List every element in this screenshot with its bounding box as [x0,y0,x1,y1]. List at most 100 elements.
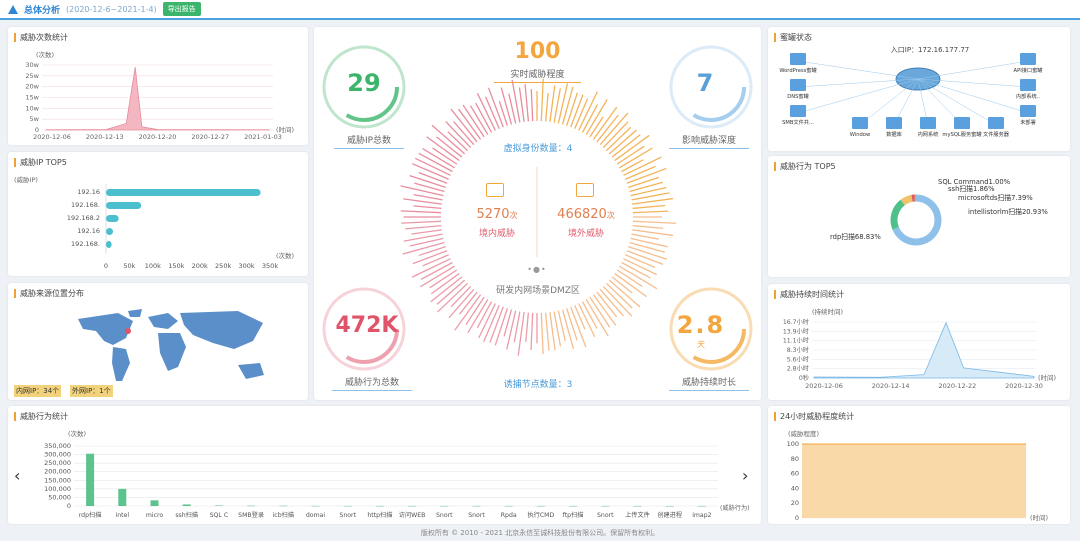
behavior-total-label: 威胁行为总数 [332,375,412,391]
x-tick-label: icb扫描 [273,511,294,519]
x-tick-label: 200k [192,262,208,270]
outer-threat-value: 466820次 [546,207,626,222]
x-unit-label: (次数) [276,251,294,260]
bar-label: 192.16 [77,188,100,196]
x-tick-label: 250k [215,262,231,270]
bar [472,505,481,507]
y-tick-label: 200,000 [44,468,71,476]
radial-tick [631,233,659,240]
pager-dots[interactable]: •●• [522,265,552,274]
attack-count-chart: 05w10w15w20w25w30w(次数)(时间)2020-12-06 2020… [25,50,294,141]
bar [311,505,320,507]
x-tick-label: Snort [597,512,614,519]
bar [633,505,642,507]
radial-tick [561,86,574,125]
y-tick-label: 40 [791,484,799,492]
prev-arrow-icon[interactable]: ‹ [14,466,20,485]
export-report-button[interactable]: 导出报告 [162,2,201,16]
server-icon [1020,79,1036,91]
inner-threat-icon [486,183,504,197]
duration-label: 威胁持续时长 [669,375,749,391]
bar [214,505,223,506]
radial-tick [430,276,463,303]
x-tick-label: Snort [436,512,453,519]
y-tick-label: 5w [30,115,40,123]
y-tick-label: 150,000 [44,476,71,484]
radial-tick [506,310,517,350]
y-tick-label: 30w [25,61,39,69]
y-tick-label: 11.1小时 [783,337,809,345]
bar [569,505,578,507]
radial-tick [401,220,442,224]
depth-label: 影响威胁深度 [669,133,749,149]
radial-tick [599,288,624,317]
radial-tick [405,224,442,230]
inner-ip-count: 内网IP：34个 [14,385,62,397]
y-tick-label: 10w [25,104,39,112]
scene-name: 研发内网场景DMZ区 [496,286,580,296]
world-map [78,309,264,381]
next-arrow-icon[interactable]: › [742,466,748,485]
bar [247,505,256,507]
outer-threat-icon [576,183,594,197]
overview-panel: 100 实时威胁程度 29 威胁IP总数 7 影响威胁深度 472K 威胁行为总… [314,27,761,400]
radial-tick [574,305,586,330]
y-unit-label: (次数) [36,50,54,59]
radial-tick [458,108,482,140]
bar [150,500,159,506]
radial-tick [409,174,446,188]
radial-tick [403,198,442,205]
server-icon [1020,105,1036,117]
behavior-top5-panel: 威胁行为 TOP5 SQL Command1.00% ssh扫描1.86% micr… [768,156,1070,277]
x-tick-label: 50k [123,262,135,270]
behavior-stats-panel: 威胁行为统计 (次数) 0 50,000 100,000 150,000 200,000 2… [8,406,761,524]
inner-threat-number: 5270 [476,207,510,222]
series-area [45,67,270,131]
y-tick-label: 20 [791,499,799,507]
y-tick-label: 60 [791,470,799,478]
radial-tick [602,285,633,317]
radial-tick [450,108,478,143]
behavior-top5-chart: SQL Command1.00%ssh扫描1.86%microsoftds扫描7… [830,178,1048,246]
radial-tick [540,312,544,354]
radial-tick [513,311,521,343]
radial-tick [454,294,482,331]
radial-tick [400,185,444,197]
x-tick-label: 2020-12-30 [1005,382,1043,390]
bar-label: 192.168. [71,240,100,248]
inner-threat-value: 5270次 [462,207,532,222]
x-unit-label: (时间) [1038,373,1056,382]
y-tick-label: 80 [791,455,799,463]
y-unit-label: (次数) [68,429,86,438]
bar [343,505,352,507]
bar [504,505,513,507]
real-level-label: 实时威胁程度 [494,67,581,83]
slice-label: rdp扫描68.83% [830,232,881,241]
bar [375,505,384,507]
bar-label: 192.168. [71,201,100,209]
y-tick-label: 100,000 [44,485,71,493]
radial-tick [632,197,674,205]
radial-tick [585,299,609,337]
radial-tick [426,136,460,162]
y-tick-label: 0 [67,502,71,510]
bar [665,505,674,507]
x-tick-label: 上传文件 [625,511,650,519]
bar [440,505,449,507]
behavior-total-value: 472K [335,313,399,338]
pie-slice [890,199,906,230]
x-tick-label: http扫描 [367,511,392,519]
y-tick-label: 15w [25,94,39,102]
x-tick-label: 2020-12-13 [86,133,124,141]
radial-tick [621,159,644,173]
attack-count-panel: 威胁次数统计 0 5w 10w 15w 20w 25w 30w (次数) (时间) 2020-12… [8,27,308,145]
series-area [813,321,1035,379]
x-tick-label: 2020-12-27 [191,133,229,141]
radial-tick [614,134,650,162]
radial-tick [628,176,660,188]
server-icon [886,117,902,129]
duration-unit: 天 [697,340,705,349]
radial-tick [436,279,466,305]
node-label: 文件服务器 [983,130,1010,138]
radial-tick [592,106,618,140]
